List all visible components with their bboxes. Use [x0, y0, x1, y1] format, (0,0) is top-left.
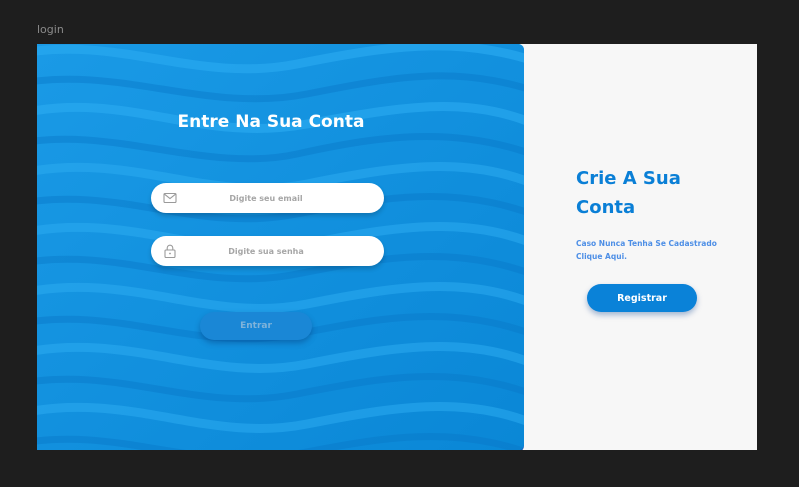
- password-input[interactable]: [181, 236, 351, 266]
- signup-title: Crie A Sua Conta: [576, 168, 681, 218]
- password-field[interactable]: [151, 236, 384, 266]
- register-button[interactable]: Registrar: [587, 284, 697, 312]
- login-page: Entre Na Sua Conta Entrar Crie A Sua Con…: [37, 44, 757, 450]
- frame-label: login: [37, 23, 64, 36]
- signup-text: Caso Nunca Tenha Se Cadastrado Clique Aq…: [576, 239, 717, 261]
- login-title: Entre Na Sua Conta: [177, 112, 365, 132]
- login-panel: Entre Na Sua Conta Entrar: [37, 44, 524, 450]
- signup-panel: Crie A Sua Conta Caso Nunca Tenha Se Cad…: [524, 44, 757, 450]
- lock-icon: [164, 244, 176, 259]
- enter-button[interactable]: Entrar: [200, 312, 312, 340]
- email-input[interactable]: [181, 183, 351, 213]
- email-field[interactable]: [151, 183, 384, 213]
- mail-icon: [163, 192, 177, 204]
